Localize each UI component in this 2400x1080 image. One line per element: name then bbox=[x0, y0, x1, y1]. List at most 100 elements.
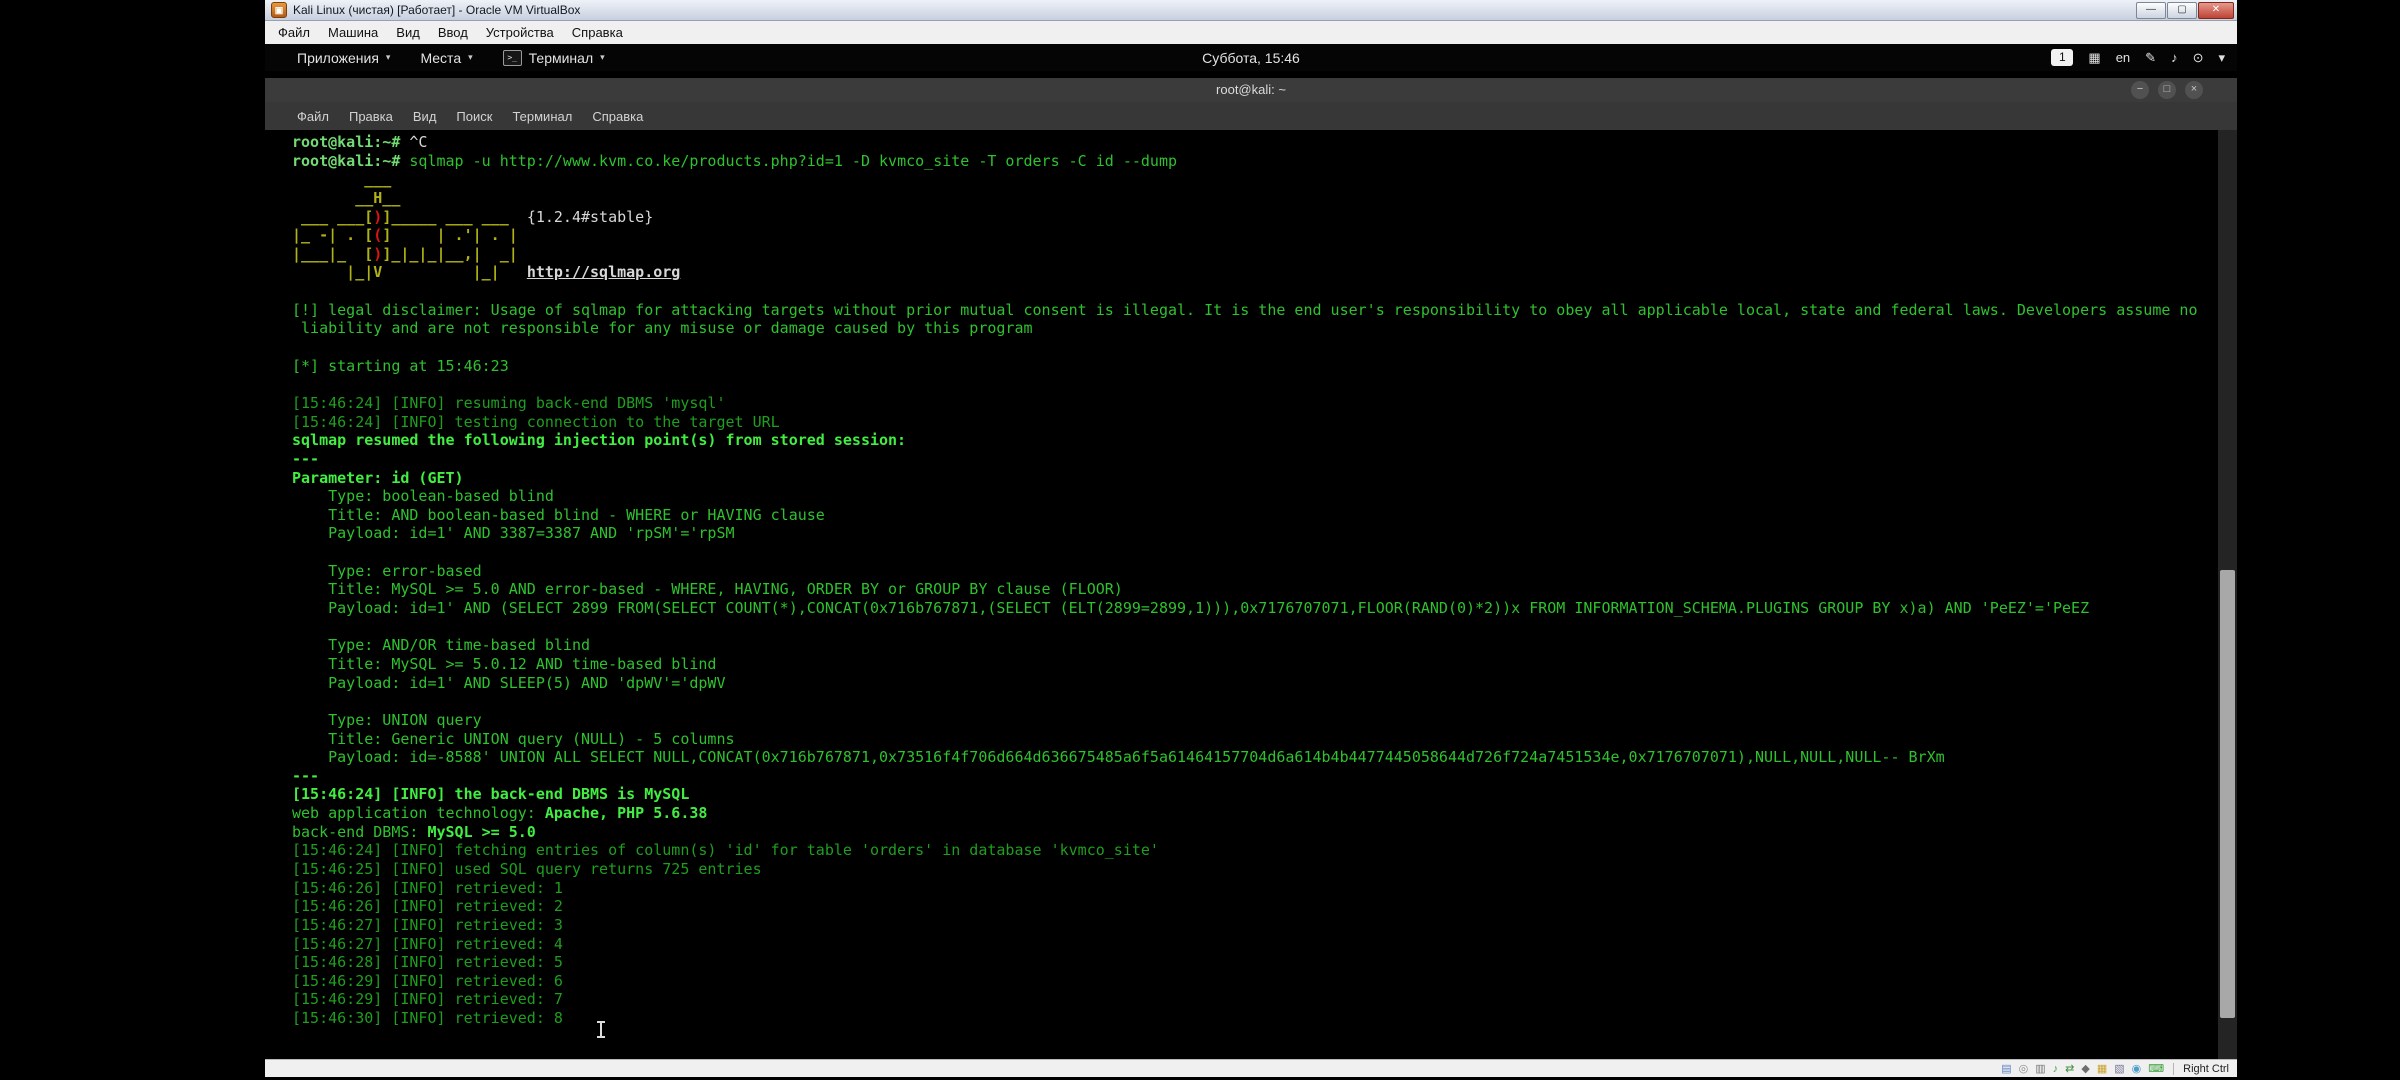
menubar-item[interactable]: Устройства bbox=[477, 25, 563, 40]
panel-left-items: Приложения▾Места▾>_Терминал▾ bbox=[265, 50, 605, 66]
chevron-down-icon: ▾ bbox=[468, 52, 473, 63]
audio-icon[interactable]: ♪ bbox=[2053, 1063, 2059, 1075]
terminal-scrollbar[interactable] bbox=[2218, 130, 2237, 1059]
shared-folders-icon[interactable]: ▦ bbox=[2097, 1063, 2107, 1075]
terminal-line: [*] starting at 15:46:23 bbox=[292, 357, 2217, 376]
keyboard-capture-icon[interactable]: ⌨ bbox=[2148, 1063, 2164, 1075]
mouse-integration-icon[interactable]: ◉ bbox=[2132, 1063, 2142, 1075]
terminal-menubar-item[interactable]: Файл bbox=[287, 109, 339, 124]
maximize-button[interactable]: ▢ bbox=[2167, 2, 2197, 19]
tray-icons: ▦ en ✎ ♪ ⊙ ▾ bbox=[2088, 50, 2225, 66]
terminal-output[interactable]: root@kali:~# ^Croot@kali:~# sqlmap -u ht… bbox=[265, 130, 2217, 1059]
close-button[interactable]: × bbox=[2185, 81, 2203, 99]
terminal-menubar-item[interactable]: Терминал bbox=[502, 109, 582, 124]
virtualbox-menubar: ФайлМашинаВидВводУстройстваСправка bbox=[265, 21, 2237, 45]
status-device-icons: ▤ ◎ ▥ ♪ ⇄ ◆ ▦ ▧ ◉ ⌨ bbox=[2001, 1063, 2164, 1075]
terminal-menubar: ФайлПравкаВидПоискТерминалСправка bbox=[265, 102, 2237, 130]
terminal-line: --- bbox=[292, 450, 2217, 469]
terminal-line: |_ -| . [(] | .'| . | bbox=[292, 226, 2217, 245]
panel-clock[interactable]: Суббота, 15:46 bbox=[1202, 50, 1300, 66]
apps-grid-icon[interactable]: ▦ bbox=[2088, 50, 2100, 66]
optical-disc-icon[interactable]: ◎ bbox=[2019, 1063, 2029, 1075]
terminal-line: Payload: id=1' AND (SELECT 2899 FROM(SEL… bbox=[292, 599, 2217, 618]
terminal-line: [15:46:27] [INFO] retrieved: 3 bbox=[292, 916, 2217, 935]
terminal-line: Type: error-based bbox=[292, 562, 2217, 581]
video-capture-icon[interactable]: ▧ bbox=[2114, 1063, 2124, 1075]
terminal-line: Payload: id=1' AND 3387=3387 AND 'rpSM'=… bbox=[292, 524, 2217, 543]
minimize-button[interactable]: — bbox=[2136, 2, 2166, 19]
terminal-line: __H__ bbox=[292, 189, 2217, 208]
terminal-line: Type: AND/OR time-based blind bbox=[292, 636, 2217, 655]
virtualbox-statusbar: ▤ ◎ ▥ ♪ ⇄ ◆ ▦ ▧ ◉ ⌨ Right Ctrl bbox=[265, 1059, 2237, 1077]
terminal-line: |_|V |_| http://sqlmap.org bbox=[292, 263, 2217, 282]
virtualbox-titlebar[interactable]: ▣ Kali Linux (чистая) [Работает] - Oracl… bbox=[265, 0, 2237, 21]
network-icon[interactable]: ⇄ bbox=[2065, 1063, 2074, 1075]
terminal-line: [15:46:27] [INFO] retrieved: 4 bbox=[292, 935, 2217, 954]
terminal-line: [15:46:29] [INFO] retrieved: 7 bbox=[292, 990, 2217, 1009]
kali-top-panel: Приложения▾Места▾>_Терминал▾ Суббота, 15… bbox=[265, 44, 2237, 71]
terminal-line: [15:46:26] [INFO] retrieved: 2 bbox=[292, 897, 2217, 916]
panel-item-menu[interactable]: Приложения▾ bbox=[297, 50, 390, 66]
panel-item-label: Терминал bbox=[529, 50, 593, 66]
terminal-line: [15:46:24] [INFO] the back-end DBMS is M… bbox=[292, 785, 2217, 804]
terminal-line bbox=[292, 618, 2217, 637]
menubar-item[interactable]: Справка bbox=[563, 25, 632, 40]
terminal-line: web application technology: Apache, PHP … bbox=[292, 804, 2217, 823]
minimize-button[interactable]: − bbox=[2131, 81, 2149, 99]
menubar-item[interactable]: Файл bbox=[269, 25, 319, 40]
terminal-line bbox=[292, 282, 2217, 301]
desktop-screen: ▣ Kali Linux (чистая) [Работает] - Oracl… bbox=[0, 0, 2400, 1080]
hard-disk-icon[interactable]: ▥ bbox=[2035, 1063, 2045, 1075]
panel-item-menu[interactable]: Места▾ bbox=[420, 50, 472, 66]
keyboard-layout-label[interactable]: en bbox=[2116, 50, 2130, 65]
terminal-line: Title: MySQL >= 5.0 AND error-based - WH… bbox=[292, 580, 2217, 599]
terminal-menubar-item[interactable]: Вид bbox=[403, 109, 447, 124]
terminal-window-controls: −□ × bbox=[2131, 81, 2203, 99]
terminal-line: back-end DBMS: MySQL >= 5.0 bbox=[292, 823, 2217, 842]
virtualbox-window: ▣ Kali Linux (чистая) [Работает] - Oracl… bbox=[265, 0, 2237, 1077]
chevron-down-icon: ▾ bbox=[600, 52, 605, 63]
terminal-line: Type: boolean-based blind bbox=[292, 487, 2217, 506]
terminal-line: |___|_ [)]_|_|_|__,| _| bbox=[292, 245, 2217, 264]
statusbar-separator bbox=[2173, 1063, 2174, 1075]
volume-icon[interactable]: ♪ bbox=[2171, 50, 2178, 65]
terminal-titlebar[interactable]: root@kali: ~ −□ × bbox=[265, 78, 2237, 102]
scrollbar-thumb[interactable] bbox=[2220, 570, 2235, 1018]
window-controls: —▢✕ bbox=[2136, 2, 2234, 19]
terminal-line: [15:46:26] [INFO] retrieved: 1 bbox=[292, 879, 2217, 898]
menubar-item[interactable]: Вид bbox=[387, 25, 429, 40]
terminal-menubar-item[interactable]: Правка bbox=[339, 109, 403, 124]
host-key-label: Right Ctrl bbox=[2183, 1063, 2229, 1075]
pencil-icon[interactable]: ✎ bbox=[2145, 50, 2156, 66]
terminal-line: [!] legal disclaimer: Usage of sqlmap fo… bbox=[292, 301, 2217, 320]
usb-icon[interactable]: ◆ bbox=[2081, 1063, 2089, 1075]
terminal-line: [15:46:24] [INFO] testing connection to … bbox=[292, 413, 2217, 432]
terminal-menubar-item[interactable]: Поиск bbox=[446, 109, 502, 124]
terminal-line: Payload: id=-8588' UNION ALL SELECT NULL… bbox=[292, 748, 2217, 767]
caret-down-icon[interactable]: ▾ bbox=[2218, 50, 2225, 66]
display-icon[interactable]: ▤ bbox=[2001, 1063, 2011, 1075]
terminal-line: root@kali:~# sqlmap -u http://www.kvm.co… bbox=[292, 152, 2217, 171]
terminal-line: [15:46:30] [INFO] retrieved: 8 bbox=[292, 1009, 2217, 1028]
terminal-line: ___ bbox=[292, 170, 2217, 189]
terminal-line: Title: Generic UNION query (NULL) - 5 co… bbox=[292, 730, 2217, 749]
terminal-line: [15:46:28] [INFO] retrieved: 5 bbox=[292, 953, 2217, 972]
panel-tray: 1 ▦ en ✎ ♪ ⊙ ▾ bbox=[2051, 49, 2225, 66]
terminal-line bbox=[292, 375, 2217, 394]
terminal-line: [15:46:24] [INFO] fetching entries of co… bbox=[292, 841, 2217, 860]
menubar-item[interactable]: Ввод bbox=[429, 25, 477, 40]
terminal-line bbox=[292, 692, 2217, 711]
power-icon[interactable]: ⊙ bbox=[2193, 50, 2204, 66]
terminal-line: [15:46:25] [INFO] used SQL query returns… bbox=[292, 860, 2217, 879]
panel-item-terminal[interactable]: >_Терминал▾ bbox=[503, 50, 605, 66]
close-button[interactable]: ✕ bbox=[2198, 2, 2234, 19]
terminal-line: [15:46:24] [INFO] resuming back-end DBMS… bbox=[292, 394, 2217, 413]
menubar-item[interactable]: Машина bbox=[319, 25, 387, 40]
terminal-line: --- bbox=[292, 767, 2217, 786]
workspace-indicator[interactable]: 1 bbox=[2051, 49, 2073, 66]
terminal-menubar-item[interactable]: Справка bbox=[582, 109, 653, 124]
maximize-button[interactable]: □ bbox=[2158, 81, 2176, 99]
text-cursor-pointer bbox=[596, 1021, 605, 1038]
terminal-title: root@kali: ~ bbox=[265, 78, 2237, 102]
terminal-line: liability and are not responsible for an… bbox=[292, 319, 2217, 338]
